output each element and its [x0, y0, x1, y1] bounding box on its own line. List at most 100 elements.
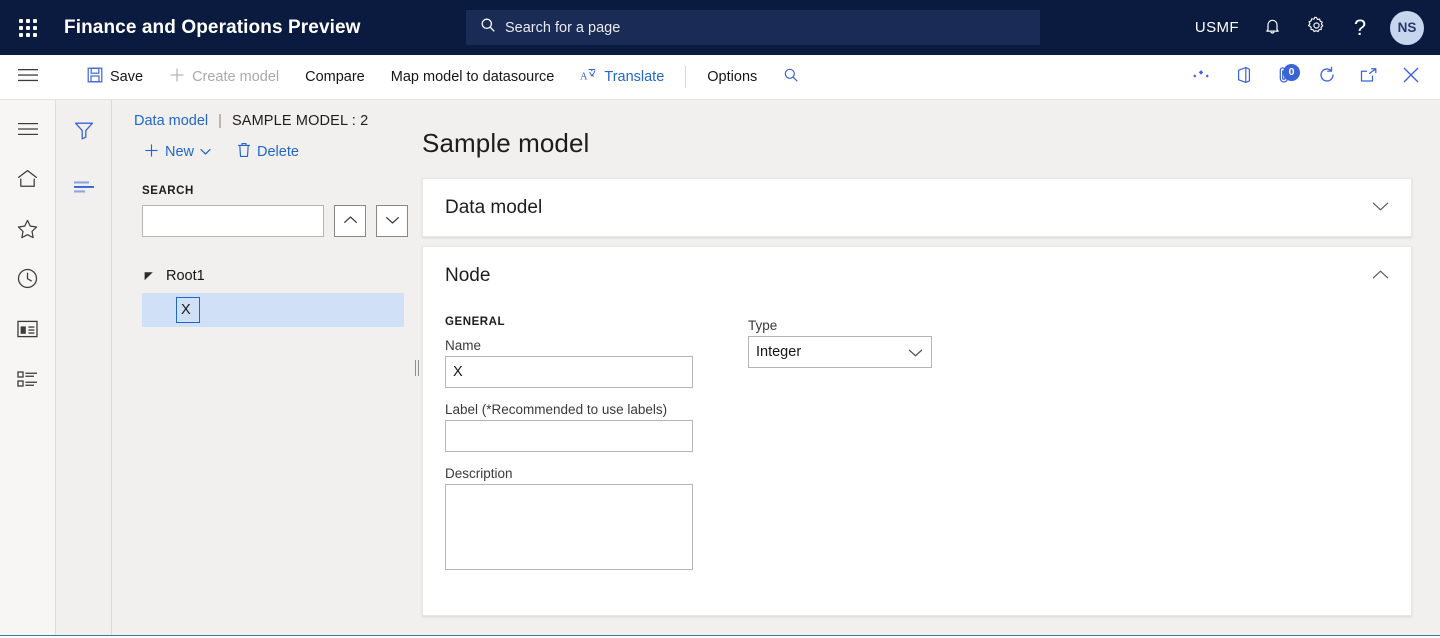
field-name: Name: [445, 338, 738, 388]
settings-button[interactable]: [1294, 0, 1338, 55]
search-input[interactable]: [142, 205, 324, 237]
workspaces-icon: [17, 320, 38, 343]
tree-row[interactable]: Root1: [134, 259, 412, 293]
help-button[interactable]: ?: [1338, 0, 1382, 55]
hamburger-menu-icon: [18, 68, 38, 87]
tree-row[interactable]: X: [142, 293, 404, 327]
field-label-description: Description: [445, 466, 738, 481]
breadcrumb-separator: |: [218, 113, 222, 129]
chevron-down-icon: [385, 212, 400, 230]
model-tree-pane: Data model | SAMPLE MODEL : 2 New: [112, 100, 412, 635]
options-button[interactable]: Options: [694, 55, 770, 100]
avatar[interactable]: NS: [1390, 11, 1424, 45]
bell-icon: [1264, 17, 1281, 39]
company-selector[interactable]: USMF: [1184, 0, 1250, 55]
question-mark-icon: ?: [1354, 15, 1366, 41]
application-root: Finance and Operations Preview Search fo…: [0, 0, 1440, 638]
compare-button[interactable]: Compare: [292, 55, 378, 100]
modules-list-icon: [17, 370, 38, 393]
translate-label: Translate: [604, 69, 664, 85]
app-title: Finance and Operations Preview: [64, 17, 361, 39]
general-field-group: GENERAL Name Label (*Recommended to use …: [433, 316, 738, 589]
section-header-node[interactable]: Node: [423, 247, 1411, 304]
plus-icon: [169, 67, 185, 87]
details-pane: Sample model Data model: [422, 100, 1440, 635]
delete-button[interactable]: Delete: [227, 137, 309, 167]
office-app-icon-button[interactable]: [1222, 55, 1264, 100]
triangle-expanded-icon[interactable]: [142, 271, 156, 281]
clock-icon: [17, 268, 38, 294]
global-header: Finance and Operations Preview Search fo…: [0, 0, 1440, 55]
header-right-actions: USMF ? NS: [1184, 0, 1440, 55]
new-label: New: [165, 144, 194, 160]
close-icon-button[interactable]: [1390, 55, 1432, 100]
command-bar-buttons: Save Create model Compare Map model to d…: [56, 55, 812, 100]
share-nodes-icon-button[interactable]: [1180, 55, 1222, 100]
svg-text:A: A: [580, 72, 588, 83]
chevron-down-icon: [200, 144, 211, 160]
save-label: Save: [110, 69, 143, 85]
translate-button[interactable]: A Translate: [567, 55, 677, 100]
map-model-label: Map model to datasource: [391, 69, 555, 85]
navigation-rail: [0, 100, 56, 635]
gear-icon: [1307, 16, 1326, 39]
label-input[interactable]: [445, 420, 693, 452]
notifications-button[interactable]: [1250, 0, 1294, 55]
section-title: Data model: [445, 197, 542, 219]
trash-icon: [237, 142, 251, 162]
star-icon: [17, 219, 38, 244]
delete-label: Delete: [257, 144, 299, 160]
app-launcher-button[interactable]: [0, 0, 56, 55]
section-data-model: Data model: [422, 178, 1412, 237]
type-select-wrapper: Integer: [748, 336, 932, 368]
filter-funnel-icon: [74, 121, 94, 145]
open-in-new-window-icon-button[interactable]: [1348, 55, 1390, 100]
resize-grip-icon: [415, 360, 419, 376]
waffle-grid-icon: [19, 19, 37, 37]
sidebar-item-recent[interactable]: [8, 264, 48, 298]
home-icon: [17, 169, 38, 193]
chevron-up-icon[interactable]: [1372, 267, 1389, 285]
sidebar-item-home[interactable]: [8, 164, 48, 198]
attachment-count-badge: 0: [1283, 64, 1300, 81]
sidebar-item-favorites[interactable]: [8, 214, 48, 248]
translate-icon: A: [580, 67, 597, 87]
content-area: Data model | SAMPLE MODEL : 2 New: [112, 100, 1440, 635]
create-model-button[interactable]: Create model: [156, 55, 292, 100]
group-title-general: GENERAL: [445, 316, 738, 328]
sidebar-item-workspaces[interactable]: [8, 314, 48, 348]
command-bar-right-icons: 0: [1180, 55, 1440, 100]
sidebar-item-expand-nav[interactable]: [8, 114, 48, 148]
global-search-box[interactable]: Search for a page: [466, 10, 1040, 45]
chevron-down-icon[interactable]: [1372, 199, 1389, 217]
hamburger-menu-icon: [18, 122, 38, 141]
pane-splitter[interactable]: [412, 100, 422, 635]
save-button[interactable]: Save: [74, 55, 156, 100]
filter-rail: [56, 100, 112, 635]
create-model-label: Create model: [192, 69, 279, 85]
tree-node-label-root: Root1: [166, 268, 205, 284]
list-lines-icon: [73, 180, 95, 199]
type-select[interactable]: Integer: [748, 336, 932, 368]
list-view-button[interactable]: [64, 172, 104, 206]
breadcrumb-link-data-model[interactable]: Data model: [134, 113, 208, 129]
description-textarea[interactable]: [445, 484, 693, 570]
filter-button[interactable]: [64, 116, 104, 150]
close-icon: [1402, 66, 1420, 89]
field-label-name: Name: [445, 338, 738, 353]
new-button[interactable]: New: [134, 137, 221, 167]
field-description: Description: [445, 466, 738, 575]
plus-icon: [144, 143, 159, 162]
refresh-icon-button[interactable]: [1306, 55, 1348, 100]
attachment-icon-button[interactable]: 0: [1264, 55, 1306, 100]
find-previous-button[interactable]: [334, 205, 366, 237]
open-in-new-window-icon: [1360, 67, 1378, 88]
navigation-pane-toggle[interactable]: [0, 55, 56, 100]
map-model-to-datasource-button[interactable]: Map model to datasource: [378, 55, 568, 100]
command-search-button[interactable]: [770, 55, 812, 100]
sidebar-item-modules[interactable]: [8, 364, 48, 398]
name-input[interactable]: [445, 356, 693, 388]
page-title: Sample model: [422, 128, 1412, 159]
section-header-data-model[interactable]: Data model: [423, 179, 1411, 236]
find-next-button[interactable]: [376, 205, 408, 237]
